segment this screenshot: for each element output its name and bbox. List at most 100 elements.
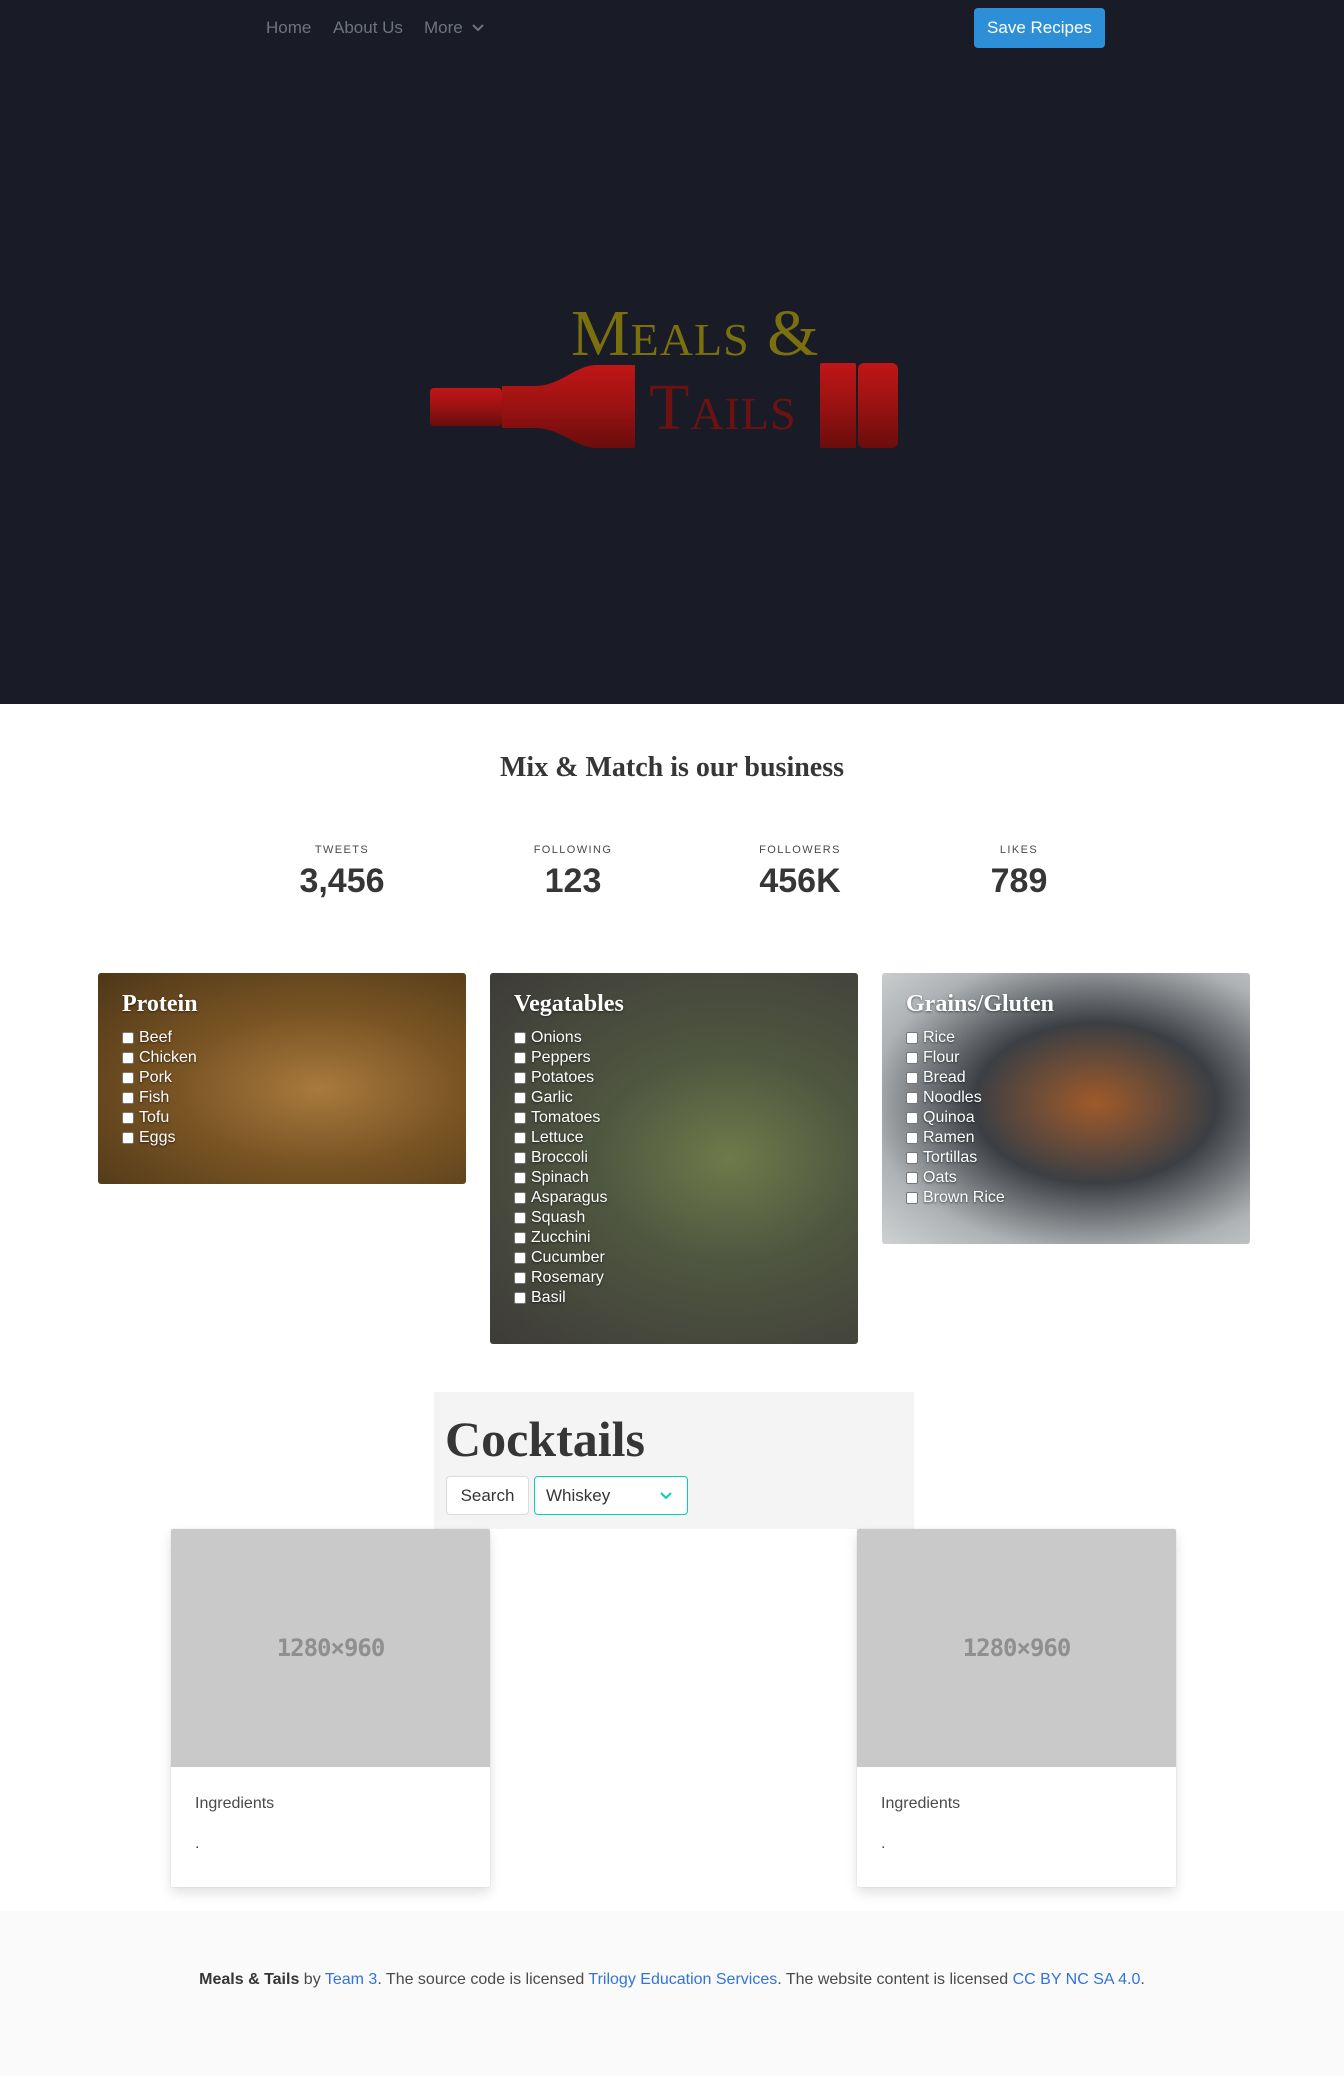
ingredient-label: Noodles xyxy=(923,1089,982,1106)
ingredient-checkbox[interactable] xyxy=(514,1032,526,1044)
chevron-down-icon[interactable] xyxy=(470,20,486,36)
ingredient-checkbox[interactable] xyxy=(514,1152,526,1164)
ingredient-label: Garlic xyxy=(531,1089,573,1106)
ingredient-option[interactable]: Brown Rice xyxy=(906,1188,1226,1208)
ingredient-checkbox[interactable] xyxy=(514,1292,526,1304)
nav-more-dropdown[interactable]: More xyxy=(424,18,463,38)
ingredient-checkbox[interactable] xyxy=(514,1232,526,1244)
ingredient-label: Lettuce xyxy=(531,1129,584,1146)
ingredient-checkbox[interactable] xyxy=(122,1032,134,1044)
ingredient-option[interactable]: Zucchini xyxy=(514,1228,834,1248)
ingredient-checkbox[interactable] xyxy=(514,1092,526,1104)
ingredient-checkbox[interactable] xyxy=(122,1072,134,1084)
ingredient-option[interactable]: Rosemary xyxy=(514,1268,834,1288)
ingredient-checkbox[interactable] xyxy=(906,1032,918,1044)
ingredient-checkbox[interactable] xyxy=(514,1072,526,1084)
ingredient-label: Basil xyxy=(531,1289,566,1306)
ingredient-checkbox[interactable] xyxy=(906,1112,918,1124)
ingredient-option[interactable]: Beef xyxy=(122,1028,442,1048)
ingredient-option[interactable]: Squash xyxy=(514,1208,834,1228)
ingredient-checkbox[interactable] xyxy=(906,1072,918,1084)
ingredient-checkbox[interactable] xyxy=(906,1172,918,1184)
ingredient-checkbox[interactable] xyxy=(514,1052,526,1064)
ingredient-checkbox[interactable] xyxy=(906,1192,918,1204)
ingredient-option[interactable]: Tofu xyxy=(122,1108,442,1128)
ingredient-option[interactable]: Broccoli xyxy=(514,1148,834,1168)
ingredient-label: Zucchini xyxy=(531,1229,591,1246)
search-button[interactable]: Search xyxy=(446,1476,529,1515)
ingredient-label: Rosemary xyxy=(531,1269,604,1286)
category-title: Protein xyxy=(122,991,198,1017)
ingredient-checkbox[interactable] xyxy=(514,1172,526,1184)
ingredient-checkbox[interactable] xyxy=(514,1252,526,1264)
ingredient-checkbox[interactable] xyxy=(514,1272,526,1284)
footer-text: Meals & Tails by Team 3. The source code… xyxy=(0,1971,1344,1989)
save-recipes-button[interactable]: Save Recipes xyxy=(974,8,1105,48)
ingredient-checkbox[interactable] xyxy=(122,1052,134,1064)
ingredient-checkbox[interactable] xyxy=(514,1212,526,1224)
ingredient-checkbox[interactable] xyxy=(906,1092,918,1104)
ingredient-checkbox[interactable] xyxy=(122,1092,134,1104)
ingredient-label: Tortillas xyxy=(923,1149,978,1166)
ingredient-option[interactable]: Ramen xyxy=(906,1128,1226,1148)
ingredient-option[interactable]: Cucumber xyxy=(514,1248,834,1268)
ingredient-label: Potatoes xyxy=(531,1069,595,1086)
ingredient-option[interactable]: Fish xyxy=(122,1088,442,1108)
ingredients-value: . xyxy=(881,1835,886,1852)
ingredient-checkbox[interactable] xyxy=(122,1132,134,1144)
logo-text-tails: Tails xyxy=(649,371,797,444)
nav-about-link[interactable]: About Us xyxy=(333,18,403,38)
ingredient-checkbox[interactable] xyxy=(514,1112,526,1124)
ingredient-label: Tofu xyxy=(139,1109,170,1126)
ingredient-option[interactable]: Tomatoes xyxy=(514,1108,834,1128)
ingredient-label: Squash xyxy=(531,1209,586,1226)
ingredient-option[interactable]: Lettuce xyxy=(514,1128,834,1148)
team-link[interactable]: Team 3 xyxy=(325,1971,377,1988)
ingredient-label: Eggs xyxy=(139,1129,176,1146)
cocktail-card[interactable]: 1280×960 Ingredients . xyxy=(857,1529,1176,1887)
cocktail-card[interactable]: 1280×960 Ingredients . xyxy=(171,1529,490,1887)
ingredient-option[interactable]: Spinach xyxy=(514,1168,834,1188)
ingredient-option[interactable]: Garlic xyxy=(514,1088,834,1108)
content-license-link[interactable]: CC BY NC SA 4.0 xyxy=(1013,1971,1141,1988)
ingredient-checkbox[interactable] xyxy=(514,1192,526,1204)
ingredient-option[interactable]: Tortillas xyxy=(906,1148,1226,1168)
category-card-vegetables: Vegatables Onions Peppers Potatoes Garlic To… xyxy=(490,973,858,1344)
ingredient-option[interactable]: Quinoa xyxy=(906,1108,1226,1128)
ingredient-option[interactable]: Peppers xyxy=(514,1048,834,1068)
spirit-select-value: Whiskey xyxy=(546,1486,611,1505)
ingredient-option[interactable]: Potatoes xyxy=(514,1068,834,1088)
cocktails-heading: Cocktails xyxy=(445,1411,645,1467)
stat-following: Following 123 xyxy=(473,844,673,901)
spirit-select[interactable]: Whiskey xyxy=(534,1476,688,1515)
ingredient-option[interactable]: Flour xyxy=(906,1048,1226,1068)
category-items: Beef Chicken Pork Fish Tofu Eggs xyxy=(122,1028,442,1148)
ingredient-checkbox[interactable] xyxy=(514,1132,526,1144)
ingredient-option[interactable]: Oats xyxy=(906,1168,1226,1188)
ingredient-option[interactable]: Asparagus xyxy=(514,1188,834,1208)
ingredient-checkbox[interactable] xyxy=(122,1112,134,1124)
ingredient-option[interactable]: Onions xyxy=(514,1028,834,1048)
ingredient-option[interactable]: Bread xyxy=(906,1068,1226,1088)
ingredient-option[interactable]: Eggs xyxy=(122,1128,442,1148)
ingredient-label: Broccoli xyxy=(531,1149,588,1166)
stat-value: 456K xyxy=(759,862,841,900)
ingredient-checkbox[interactable] xyxy=(906,1132,918,1144)
ingredient-label: Fish xyxy=(139,1089,170,1106)
ingredient-option[interactable]: Noodles xyxy=(906,1088,1226,1108)
category-title: Vegatables xyxy=(514,991,624,1017)
ingredient-checkbox[interactable] xyxy=(906,1152,918,1164)
ingredient-option[interactable]: Pork xyxy=(122,1068,442,1088)
stat-label: Likes xyxy=(999,844,1039,856)
ingredient-option[interactable]: Rice xyxy=(906,1028,1226,1048)
license-link[interactable]: Trilogy Education Services xyxy=(588,1971,777,1988)
site-logo: Meals & Tails xyxy=(425,290,925,460)
footer-brand: Meals & Tails xyxy=(199,1971,300,1988)
ingredient-option[interactable]: Chicken xyxy=(122,1048,442,1068)
nav-home-link[interactable]: Home xyxy=(266,18,311,38)
footer-mid2: . The website content is licensed xyxy=(777,1971,1013,1988)
ingredient-label: Cucumber xyxy=(531,1249,605,1266)
ingredient-option[interactable]: Basil xyxy=(514,1288,834,1308)
ingredient-label: Bread xyxy=(923,1069,966,1086)
ingredient-checkbox[interactable] xyxy=(906,1052,918,1064)
